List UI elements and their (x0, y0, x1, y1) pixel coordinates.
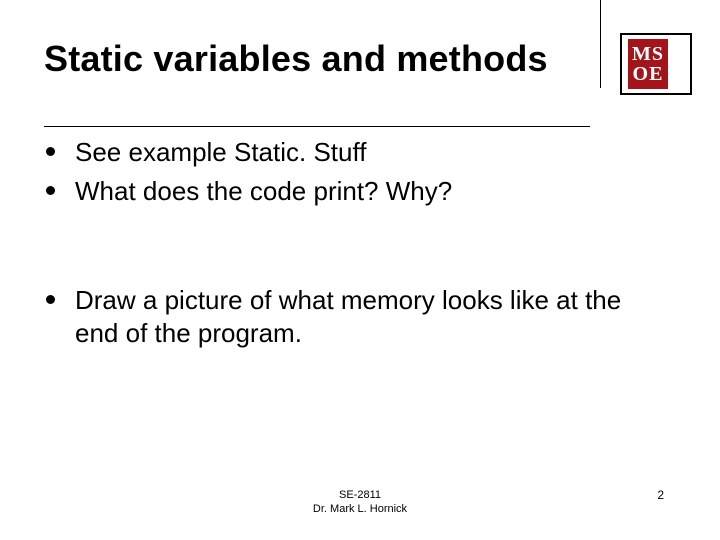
msoe-logo: MS OE (620, 33, 692, 95)
slide-body: See example Static. Stuff What does the … (44, 136, 664, 356)
footer-course: SE-2811 (0, 488, 720, 502)
bullet-item: What does the code print? Why? (44, 175, 664, 208)
logo-text-line1: MS (632, 44, 664, 64)
bullet-text: Draw a picture of what memory looks like… (75, 284, 664, 350)
bullet-dot-icon (46, 147, 55, 156)
slide-footer: SE-2811 Dr. Mark L. Hornick 2 (0, 488, 720, 518)
bullet-text: What does the code print? Why? (75, 175, 452, 208)
spacer (44, 214, 664, 284)
logo-red-box: MS OE (628, 39, 668, 89)
title-vertical-rule (600, 0, 601, 88)
title-underline (44, 126, 590, 127)
slide-title: Static variables and methods (44, 38, 590, 80)
footer-author: Dr. Mark L. Hornick (0, 502, 720, 516)
footer-center: SE-2811 Dr. Mark L. Hornick (0, 488, 720, 516)
bullet-item: See example Static. Stuff (44, 136, 664, 169)
bullet-dot-icon (46, 295, 55, 304)
bullet-item: Draw a picture of what memory looks like… (44, 284, 664, 350)
bullet-dot-icon (46, 186, 55, 195)
bullet-text: See example Static. Stuff (75, 136, 366, 169)
slide: Static variables and methods MS OE See e… (0, 0, 720, 540)
footer-page-number: 2 (657, 488, 664, 502)
title-area: Static variables and methods (44, 38, 590, 80)
logo-text-line2: OE (633, 64, 664, 84)
